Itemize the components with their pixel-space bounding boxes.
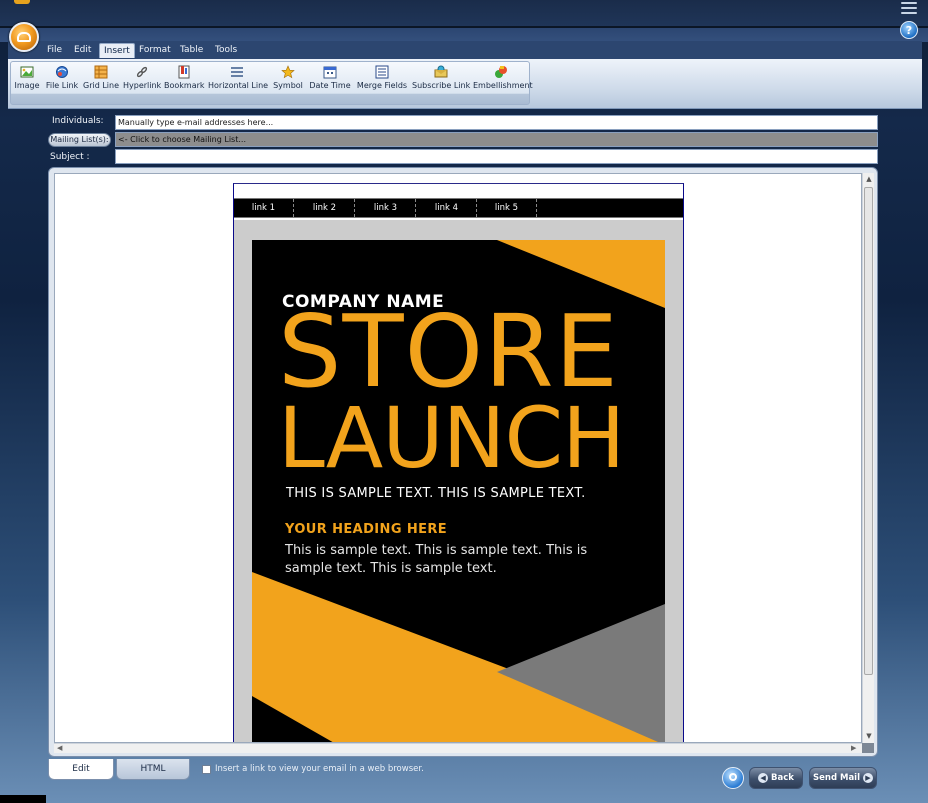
embellishment-icon xyxy=(495,66,507,78)
merge-fields-icon xyxy=(375,65,389,79)
recipient-fields: Individuals: Manually type e-mail addres… xyxy=(8,112,878,166)
mailing-list-field[interactable]: <- Click to choose Mailing List... xyxy=(115,132,878,147)
ribbon-bookmark-button[interactable]: Bookmark xyxy=(164,65,205,90)
back-button[interactable]: ◀ Back xyxy=(749,767,803,789)
mailing-list-button[interactable]: Mailing List(s): xyxy=(48,133,111,147)
ribbon-label: Grid Line xyxy=(83,81,120,90)
help-icon: ? xyxy=(905,23,913,37)
tab-edit[interactable]: Edit xyxy=(48,759,114,780)
ribbon-label: Subscribe Link xyxy=(412,81,471,90)
vertical-scroll-thumb[interactable] xyxy=(864,187,873,675)
ribbon-hyperlink-button[interactable]: Hyperlink xyxy=(123,65,161,90)
individuals-input[interactable]: Manually type e-mail addresses here... xyxy=(115,115,878,130)
editor-frame: link 1 link 2 link 3 link 4 link 5 COMPA… xyxy=(48,167,878,757)
section-heading: YOUR HEADING HERE xyxy=(285,522,448,537)
tagline: THIS IS SAMPLE TEXT. THIS IS SAMPLE TEXT… xyxy=(286,486,586,501)
ribbon-subscribe-link-button[interactable]: Subscribe Link xyxy=(412,65,470,90)
menu-edit[interactable]: Edit xyxy=(70,43,95,58)
ribbon-label: Image xyxy=(14,81,40,90)
arrow-left-icon: ◀ xyxy=(758,772,769,783)
send-mail-label: Send Mail xyxy=(813,773,861,783)
application-menu-button[interactable] xyxy=(9,22,39,52)
menu-format[interactable]: Format xyxy=(135,43,175,58)
help-button[interactable]: ? xyxy=(900,21,918,39)
ribbon-label: Symbol xyxy=(273,81,303,90)
bookmark-icon xyxy=(178,65,190,79)
title-band xyxy=(0,26,928,28)
ribbon-horizontal-line-button[interactable]: Horizontal Line xyxy=(208,65,269,90)
footer-strip xyxy=(0,795,46,803)
body-text: This is sample text. This is sample text… xyxy=(285,543,588,576)
back-label: Back xyxy=(771,773,794,783)
menu-insert[interactable]: Insert xyxy=(99,43,135,58)
date-time-icon xyxy=(323,66,337,79)
individuals-label: Individuals: xyxy=(52,116,104,126)
ribbon-label: File Link xyxy=(45,81,79,90)
ribbon-file-link-button[interactable]: File Link xyxy=(45,65,79,90)
tab-html[interactable]: HTML xyxy=(116,759,190,780)
scroll-left-icon[interactable]: ◀ xyxy=(57,744,62,752)
subscribe-link-icon xyxy=(434,65,448,78)
ribbon-label: Date Time xyxy=(309,81,351,90)
scrollbar-corner xyxy=(862,743,874,753)
insert-ribbon-group: Image File Link Grid Line Hyperlink Book… xyxy=(10,61,533,105)
vertical-scrollbar[interactable]: ▲ ▼ xyxy=(862,173,874,743)
grid-line-icon xyxy=(94,65,108,79)
web-view-link-checkbox[interactable] xyxy=(202,765,211,774)
ribbon-label: Merge Fields xyxy=(356,81,408,90)
menu-bar: File Edit Insert Format Table Tools xyxy=(8,41,922,59)
ribbon-embellishment-button[interactable]: Embellishment xyxy=(473,65,533,90)
menu-tools[interactable]: Tools xyxy=(211,43,241,58)
headline-launch: LAUNCH xyxy=(278,389,625,487)
symbol-icon xyxy=(281,65,295,79)
ribbon-label: Horizontal Line xyxy=(208,81,269,90)
email-page: link 1 link 2 link 3 link 4 link 5 COMPA… xyxy=(233,183,684,742)
ribbon-label: Bookmark xyxy=(164,81,205,90)
envelope-icon xyxy=(17,32,31,42)
send-mail-button[interactable]: Send Mail ▶ xyxy=(809,767,877,789)
email-nav-link-1[interactable]: link 1 xyxy=(234,199,294,217)
window-options-icon[interactable] xyxy=(901,2,917,18)
preview-button[interactable] xyxy=(722,767,744,789)
email-nav-link-4[interactable]: link 4 xyxy=(417,199,477,217)
hero-background: COMPANY NAME STORE LAUNCH THIS IS SAMPLE… xyxy=(234,220,683,742)
ribbon-date-time-button[interactable]: Date Time xyxy=(309,65,351,90)
email-nav-link-2[interactable]: link 2 xyxy=(295,199,355,217)
web-view-link-label: Insert a link to view your email in a we… xyxy=(215,764,424,774)
menu-file[interactable]: File xyxy=(43,43,66,58)
arrow-right-icon: ▶ xyxy=(862,772,873,783)
title-bar: ? xyxy=(0,0,928,42)
email-nav-link-3[interactable]: link 3 xyxy=(356,199,416,217)
magnifier-icon xyxy=(729,773,737,781)
file-link-icon xyxy=(56,66,68,78)
ribbon-grid-line-button[interactable]: Grid Line xyxy=(83,65,119,90)
subject-label: Subject : xyxy=(50,152,90,162)
brand-mark-icon xyxy=(14,0,30,4)
horizontal-line-icon xyxy=(231,67,243,77)
hyperlink-icon xyxy=(136,66,148,78)
editor-canvas[interactable]: link 1 link 2 link 3 link 4 link 5 COMPA… xyxy=(54,173,862,743)
ribbon-label: Embellishment xyxy=(473,81,533,90)
subject-input[interactable] xyxy=(115,149,878,164)
email-nav-bar: link 1 link 2 link 3 link 4 link 5 xyxy=(234,198,683,218)
ribbon-image-button[interactable]: Image xyxy=(14,65,40,90)
ribbon-label: Hyperlink xyxy=(123,81,162,90)
menu-table[interactable]: Table xyxy=(176,43,207,58)
scroll-right-icon[interactable]: ▶ xyxy=(851,744,856,752)
ribbon-merge-fields-button[interactable]: Merge Fields xyxy=(356,65,408,90)
image-icon xyxy=(20,66,34,78)
headline-store: STORE xyxy=(278,293,619,410)
hero-banner: COMPANY NAME STORE LAUNCH THIS IS SAMPLE… xyxy=(252,240,665,742)
email-nav-link-5[interactable]: link 5 xyxy=(477,199,537,217)
horizontal-scrollbar[interactable]: ◀ ▶ xyxy=(54,743,862,753)
ribbon-symbol-button[interactable]: Symbol xyxy=(272,65,304,90)
scroll-down-icon[interactable]: ▼ xyxy=(865,732,873,740)
scroll-up-icon[interactable]: ▲ xyxy=(865,175,873,183)
insert-ribbon: Image File Link Grid Line Hyperlink Book… xyxy=(8,59,922,109)
